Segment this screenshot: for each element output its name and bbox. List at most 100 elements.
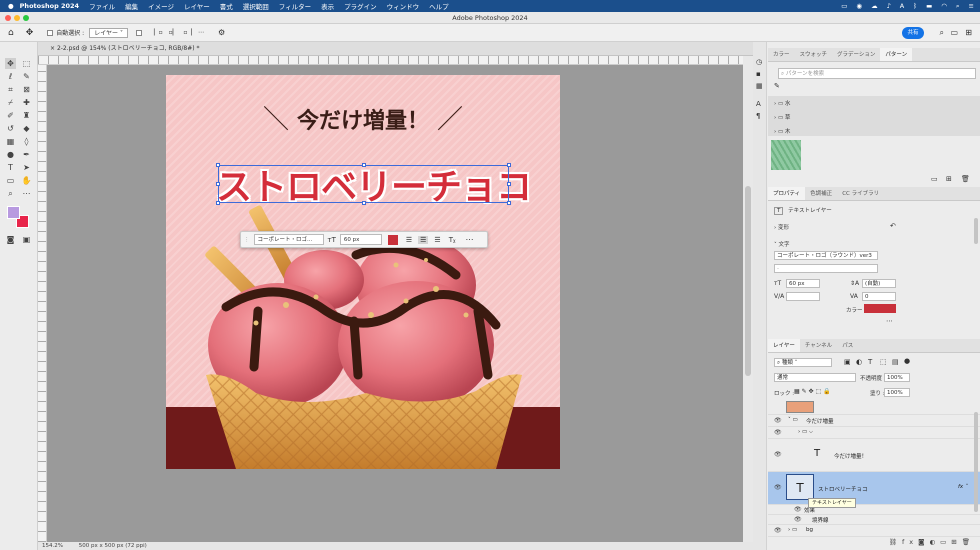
pattern-search-input[interactable]: ⌕ パターンを検索 xyxy=(778,68,976,79)
move-tool-icon[interactable]: ✥ xyxy=(5,58,16,69)
tab-properties[interactable]: プロパティ xyxy=(768,187,806,200)
paragraph-icon[interactable]: ¶ xyxy=(756,112,760,120)
character-section[interactable]: ˅ 文字 xyxy=(774,240,790,248)
wifi-icon[interactable]: ◠ xyxy=(941,2,947,10)
layer-row[interactable] xyxy=(768,399,980,415)
menu-plugins[interactable]: プラグイン xyxy=(344,1,377,11)
menu-image[interactable]: イメージ xyxy=(148,1,174,11)
screen-mode-icon[interactable]: ▣ xyxy=(21,234,32,245)
properties-scrollbar[interactable] xyxy=(974,218,978,244)
menu-edit[interactable]: 編集 xyxy=(125,1,138,11)
filter-shape-icon[interactable]: ⬚ xyxy=(880,358,887,366)
blur-tool-icon[interactable]: ◊ xyxy=(21,136,32,147)
transform-section[interactable]: › 変形 xyxy=(774,223,789,231)
menu-select[interactable]: 選択範囲 xyxy=(243,1,269,11)
scroll-thumb[interactable] xyxy=(745,186,751,376)
menu-filter[interactable]: フィルター xyxy=(279,1,311,11)
history-brush-tool-icon[interactable]: ↺ xyxy=(5,123,16,134)
new-layer-icon[interactable]: ⊞ xyxy=(951,538,961,546)
battery-icon[interactable]: ▬ xyxy=(926,2,932,10)
app-menu[interactable]: Photoshop 2024 xyxy=(20,2,79,10)
visibility-eye-icon[interactable]: 👁 xyxy=(774,484,782,491)
filter-pixel-icon[interactable]: ▣ xyxy=(844,358,851,366)
reset-icon[interactable]: ↶ xyxy=(890,222,896,230)
libraries-icon[interactable]: ▦ xyxy=(756,82,763,90)
marquee-tool-icon[interactable]: ⬚ xyxy=(21,58,32,69)
control-center-icon[interactable]: ≡ xyxy=(969,2,974,10)
tab-gradient[interactable]: グラデーション xyxy=(832,48,880,61)
kerning-field[interactable] xyxy=(786,292,820,301)
more-options-icon[interactable]: ⋯ xyxy=(466,235,474,244)
more-tools-icon[interactable]: ⋯ xyxy=(21,188,32,199)
new-group-icon[interactable]: ▭ xyxy=(931,175,938,183)
visibility-eye-icon[interactable]: 👁 xyxy=(774,417,782,424)
menu-type[interactable]: 書式 xyxy=(220,1,233,11)
visibility-eye-icon[interactable]: 👁 xyxy=(774,451,782,458)
input-icon[interactable]: A xyxy=(900,2,904,10)
healing-tool-icon[interactable]: ✚ xyxy=(21,97,32,108)
dodge-tool-icon[interactable]: ● xyxy=(5,149,16,160)
group-icon[interactable]: ▭ xyxy=(940,538,951,546)
layer-filter-select[interactable]: ⌕ 種類 ˅ xyxy=(774,358,832,367)
expand-icon[interactable]: ⊞ xyxy=(965,28,972,37)
crop-tool-icon[interactable]: ⌗ xyxy=(5,84,16,95)
search-icon[interactable]: ⌕ xyxy=(940,28,944,38)
layers-scrollbar[interactable] xyxy=(974,412,978,512)
record-icon[interactable]: ◉ xyxy=(856,2,862,10)
layer-group-row[interactable]: 👁 ˅ ▭ 今だけ増量 xyxy=(768,415,980,427)
leading-field[interactable]: (自動) xyxy=(862,279,896,288)
fx-button-icon[interactable]: fx xyxy=(902,538,918,546)
align-center-icon[interactable]: ☰ xyxy=(418,235,429,244)
pen-tool-icon[interactable]: ✒ xyxy=(21,149,32,160)
3d-mode-icon[interactable]: ⚙ xyxy=(218,28,225,37)
tracking-field[interactable]: 0 xyxy=(862,292,896,301)
visibility-eye-icon[interactable]: 👁 xyxy=(774,429,782,436)
comment-icon[interactable]: ▪ xyxy=(756,70,761,78)
tab-pattern[interactable]: パターン xyxy=(880,48,913,61)
rectangle-tool-icon[interactable]: ▭ xyxy=(5,175,16,186)
document-tab[interactable]: × 2-2.psd @ 154% (ストロベリーチョコ, RGB/8#) * xyxy=(38,42,753,56)
text-color-swatch[interactable] xyxy=(387,234,398,245)
text-options-icon[interactable]: Tᵪ xyxy=(449,236,456,244)
type-tool-icon[interactable]: T xyxy=(5,162,16,173)
vertical-scrollbar[interactable] xyxy=(743,56,753,542)
menu-help[interactable]: ヘルプ xyxy=(429,1,449,11)
home-icon[interactable]: ⌂ xyxy=(8,28,14,38)
auto-select-dropdown[interactable]: レイヤー ˅ xyxy=(89,27,128,38)
doc-size-readout[interactable]: 500 px x 500 px (72 ppi) xyxy=(79,543,147,549)
lasso-tool-icon[interactable]: ℓ xyxy=(5,71,16,82)
pattern-folder[interactable]: › ▭ 草 xyxy=(774,113,790,121)
delete-icon[interactable]: 🗑 xyxy=(961,175,970,183)
document-canvas[interactable]: ＼ 今だけ増量！／ ストロベリーチョコ xyxy=(166,75,560,469)
visibility-eye-icon[interactable]: 👁 xyxy=(774,527,782,534)
tab-swatches[interactable]: スウォッチ xyxy=(795,48,833,61)
hand-tool-icon[interactable]: ✋ xyxy=(21,175,32,186)
pattern-tool-icon[interactable]: ✎ xyxy=(774,82,780,90)
share-button[interactable]: 共有 xyxy=(902,27,924,39)
text-color-swatch[interactable] xyxy=(864,304,896,313)
layer-row-selected[interactable]: 👁 T ストロベリーチョコ fx ˅ テキストレイヤー xyxy=(768,472,980,508)
align-center-icon[interactable]: ▫▏ xyxy=(169,29,178,36)
lock-icons[interactable]: ▦ ✎ ✥ ⬚ 🔒 xyxy=(794,388,831,395)
history-icon[interactable]: ◷ xyxy=(756,58,762,66)
brush-tool-icon[interactable]: ✐ xyxy=(5,110,16,121)
visibility-eye-icon[interactable]: 👁 xyxy=(794,506,802,513)
menu-view[interactable]: 表示 xyxy=(321,1,334,11)
layer-row[interactable]: 👁 T 今だけ増量！ xyxy=(768,439,980,472)
close-tab-icon[interactable]: × xyxy=(50,45,57,52)
opacity-field[interactable]: 100% xyxy=(884,373,910,382)
filter-toggle-icon[interactable]: ● xyxy=(904,357,910,365)
character-icon[interactable]: A xyxy=(756,100,761,108)
quick-mask-icon[interactable]: ◙ xyxy=(5,234,16,245)
menu-file[interactable]: ファイル xyxy=(89,1,115,11)
link-icon[interactable]: ⛓ xyxy=(889,538,902,546)
frame-tool-icon[interactable]: ⊠ xyxy=(21,84,32,95)
stamp-tool-icon[interactable]: ♜ xyxy=(21,110,32,121)
menu-window[interactable]: ウィンドウ xyxy=(387,1,420,11)
filter-adjust-icon[interactable]: ◐ xyxy=(856,358,862,366)
auto-select-checkbox[interactable] xyxy=(47,29,54,36)
drag-handle-icon[interactable]: ⋮ xyxy=(244,237,250,243)
effect-row[interactable]: 👁 境界線 xyxy=(768,515,980,525)
fill-field[interactable]: 100% xyxy=(884,388,910,397)
move-tool-icon[interactable]: ✥ xyxy=(26,28,34,38)
